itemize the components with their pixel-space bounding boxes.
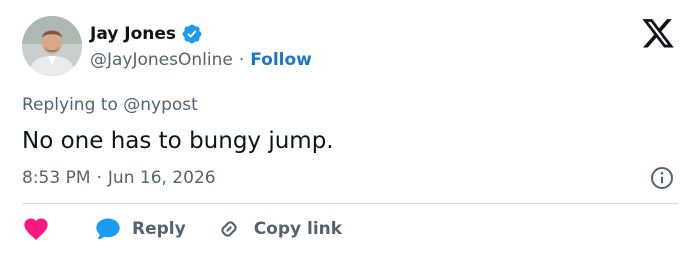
tweet-card: Jay Jones @JayJonesOnline · Follow Reply…	[0, 0, 700, 256]
replying-to-line: Replying to @nypost	[22, 93, 198, 117]
link-icon	[221, 221, 237, 237]
reply-label: Reply	[132, 219, 186, 239]
verified-badge-icon	[181, 23, 203, 45]
reply-bubble-icon	[96, 218, 120, 240]
avatar-photo	[22, 16, 82, 76]
tweet-actions: Reply Copy link	[22, 214, 342, 244]
tweet-time: 8:53 PM	[22, 168, 91, 188]
handle-separator: ·	[238, 50, 245, 70]
tweet-text: No one has to bungy jump.	[22, 128, 334, 154]
tweet-date: Jun 16, 2026	[107, 168, 216, 188]
tweet-timestamp[interactable]: 8:53 PM · Jun 16, 2026	[22, 166, 216, 190]
info-icon[interactable]	[650, 166, 674, 190]
author-name-row: Jay Jones	[90, 22, 203, 46]
like-button[interactable]	[22, 215, 50, 243]
author-display-name[interactable]: Jay Jones	[90, 23, 176, 45]
timestamp-separator: ·	[96, 168, 102, 188]
replying-to-prefix: Replying to	[22, 95, 118, 115]
divider	[22, 203, 678, 204]
x-logo-icon[interactable]	[640, 17, 676, 49]
reply-button[interactable]: Reply	[94, 215, 186, 243]
copy-link-button[interactable]: Copy link	[216, 216, 342, 242]
author-handle-row: @JayJonesOnline · Follow	[90, 48, 312, 72]
follow-button[interactable]: Follow	[250, 50, 312, 70]
author-handle[interactable]: @JayJonesOnline	[90, 50, 233, 70]
copy-link-label: Copy link	[253, 219, 343, 239]
replying-to-handle[interactable]: @nypost	[123, 95, 198, 115]
avatar[interactable]	[22, 16, 82, 76]
heart-icon	[24, 218, 48, 240]
